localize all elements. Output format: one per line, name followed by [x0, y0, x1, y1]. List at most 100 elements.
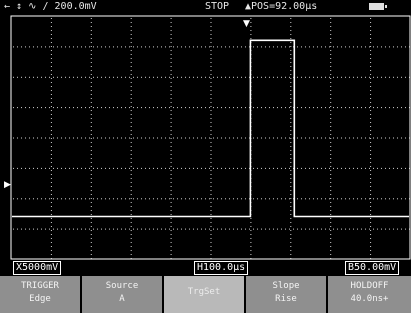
grid-dot [201, 76, 202, 78]
grid-dot [309, 46, 310, 48]
grid-dot [137, 198, 138, 200]
grid-dot [245, 228, 246, 230]
grid-dot [121, 76, 122, 78]
grid-dot [210, 222, 212, 223]
grid-dot [341, 167, 342, 169]
grid-dot [330, 86, 332, 87]
grid-dot [337, 167, 338, 169]
grid-dot [213, 76, 214, 78]
menu-slope[interactable]: Slope Rise [246, 276, 328, 313]
grid-dot [50, 234, 52, 235]
grid-dot [210, 42, 212, 43]
grid-dot [345, 228, 346, 230]
grid-dot [297, 167, 298, 169]
menu-trigger-set[interactable]: TrgSet [164, 276, 246, 313]
menu-slope-value: Rise [275, 294, 297, 304]
grid-dot [210, 58, 212, 59]
grid-dot [49, 107, 50, 109]
menu-trigger-type[interactable]: TRIGGER Edge [0, 276, 82, 313]
grid-dot [365, 46, 366, 48]
grid-dot [357, 228, 358, 230]
grid-dot [130, 94, 132, 95]
grid-dot [389, 46, 390, 48]
grid-dot [197, 167, 198, 169]
grid-dot [50, 150, 52, 151]
grid-dot [370, 90, 372, 91]
grid-dot [290, 190, 292, 191]
trigger-position-marker[interactable]: ▼ [243, 19, 250, 29]
grid-dot [330, 250, 332, 251]
grid-dot [370, 194, 372, 195]
grid-dot [157, 228, 158, 230]
grid-dot [210, 74, 212, 75]
grid-dot [133, 228, 134, 230]
grid-dot [89, 137, 90, 139]
grid-dot [210, 166, 212, 167]
grid-dot [113, 137, 114, 139]
grid-dot [210, 130, 212, 131]
grid-dot [130, 110, 132, 111]
grid-dot [330, 106, 332, 107]
grid-dot [50, 86, 52, 87]
grid-dot [250, 250, 252, 251]
grid-dot [210, 54, 212, 55]
grid-dot [213, 107, 214, 109]
grid-dot [389, 137, 390, 139]
grid-dot [130, 114, 132, 115]
grid-dot [130, 190, 132, 191]
grid-dot [253, 46, 254, 48]
grid-dot [61, 167, 62, 169]
grid-dot [93, 198, 94, 200]
grid-dot [221, 76, 222, 78]
grid-dot [170, 78, 172, 79]
menu-holdoff[interactable]: HOLDOFF 40.0ns+ [328, 276, 411, 313]
grid-dot [210, 230, 212, 231]
grid-dot [133, 198, 134, 200]
grid-dot [130, 246, 132, 247]
grid-dot [210, 142, 212, 143]
grid-dot [133, 76, 134, 78]
grid-dot [85, 198, 86, 200]
grid-dot [130, 154, 132, 155]
grid-dot [61, 137, 62, 139]
grid-dot [210, 174, 212, 175]
grid-dot [370, 142, 372, 143]
grid-dot [309, 198, 310, 200]
grid-dot [210, 234, 212, 235]
grid-dot [301, 228, 302, 230]
grid-dot [397, 107, 398, 109]
grid-dot [290, 126, 292, 127]
menu-source[interactable]: Source A [82, 276, 164, 313]
grid-dot [370, 106, 372, 107]
grid-dot [90, 218, 92, 219]
oscilloscope-screen: ← ↕ ∿ / 200.0mV STOP ▲POS=92.00µs ▼ ▶ X5… [0, 0, 411, 313]
grid-dot [229, 137, 230, 139]
grid-dot [290, 74, 292, 75]
grid-dot [50, 186, 52, 187]
grid-dot [290, 158, 292, 159]
grid-dot [57, 228, 58, 230]
grid-dot [301, 137, 302, 139]
grid-dot [393, 76, 394, 78]
soft-menu: TRIGGER Edge Source A TrgSet Slope Rise … [0, 276, 411, 313]
ground-level-marker[interactable]: ▶ [4, 180, 11, 190]
menu-holdoff-title: HOLDOFF [350, 281, 389, 291]
grid-dot [341, 198, 342, 200]
grid-dot [290, 142, 292, 143]
grid-dot [277, 228, 278, 230]
grid-dot [65, 76, 66, 78]
grid-dot [89, 167, 90, 169]
grid-dot [170, 166, 172, 167]
grid-dot [90, 126, 92, 127]
grid-dot [217, 76, 218, 78]
grid-dot [170, 190, 172, 191]
grid-dot [233, 137, 234, 139]
grid-dot [290, 194, 292, 195]
grid-dot [210, 78, 212, 79]
grid-dot [130, 78, 132, 79]
grid-dot [290, 122, 292, 123]
grid-dot [281, 76, 282, 78]
grid-dot [170, 58, 172, 59]
grid-dot [101, 198, 102, 200]
grid-dot [210, 202, 212, 203]
